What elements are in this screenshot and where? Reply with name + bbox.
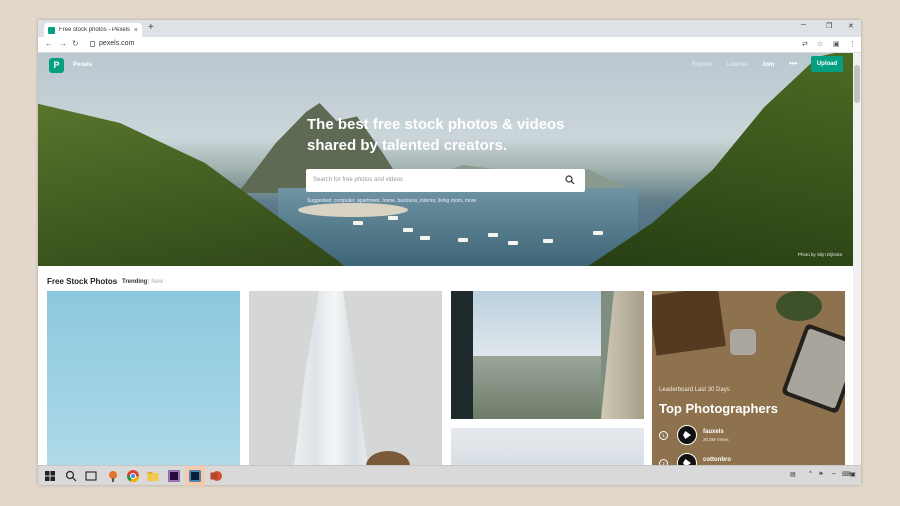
pexels-favicon-icon [48,26,55,34]
search-icon[interactable] [565,175,575,185]
hanging-cloth [291,291,371,485]
minimize-icon[interactable]: ─ [801,22,806,29]
window-frame-right [601,291,644,419]
section-title: Free Stock Photos [47,277,118,286]
photo-sky[interactable] [47,291,240,485]
boat [420,236,430,240]
headline-line-2: shared by talented creators. [307,137,508,154]
tab-bar: Free stock photos - Pexels × + ─ ❐ ✕ [38,20,861,37]
photographer-name[interactable]: fauxels [703,429,724,435]
brand-name[interactable]: Pexels [73,62,92,68]
show-hidden-icons[interactable]: ^ [809,471,812,477]
search-app-icon[interactable] [106,469,120,483]
photo-city-window[interactable] [451,291,644,419]
boat [458,238,468,242]
browser-tab[interactable]: Free stock photos - Pexels × [44,23,142,37]
headline-line-1: The best free stock photos & videos [307,116,565,133]
volume-icon[interactable]: 🕪 [819,471,823,478]
file-explorer-icon[interactable] [146,469,160,483]
leaderboard-label: Leaderboard Last 30 Days [659,387,730,393]
search-input[interactable]: Search for free photos and videos [306,169,585,192]
lock-icon [90,41,95,47]
network-icon[interactable]: ⌔ [831,471,837,479]
address-bar[interactable]: pexels.com [99,40,134,47]
photographer-name[interactable]: cottonbro [703,457,731,463]
translate-icon[interactable]: ⇄ [802,40,808,48]
avatar[interactable] [677,425,697,445]
bookmark-star-icon[interactable]: ☆ [817,40,823,48]
leaderboard-title: Top Photographers [659,401,778,416]
leaderboard-card[interactable]: Leaderboard Last 30 Days Top Photographe… [652,291,845,485]
new-tab-button[interactable]: + [148,22,154,33]
pexels-page: P Pexels Explore License Join ••• Upload… [38,53,853,485]
window-frame-left [451,291,473,419]
boat [508,241,518,245]
reload-icon[interactable]: ↻ [72,39,79,48]
tab-title: Free stock photos - Pexels [59,27,131,33]
browser-window: Free stock photos - Pexels × + ─ ❐ ✕ ← →… [38,20,861,485]
close-window-icon[interactable]: ✕ [848,22,854,30]
notification-tray-icon[interactable]: ▤ [790,471,796,478]
rank-badge: 1 [659,431,668,440]
photo-hammock[interactable] [249,291,442,485]
tab-trending[interactable]: Trending [122,279,147,285]
boat [403,228,413,232]
nav-explore[interactable]: Explore [692,62,712,68]
more-options-icon[interactable]: ••• [789,59,797,68]
boat [388,216,398,220]
back-icon[interactable]: ← [45,39,53,48]
address-toolbar: ← → ↻ pexels.com ⇄ ☆ ▣ ⋮ [38,37,861,53]
boat [353,221,363,225]
windows-start-icon[interactable] [43,469,57,483]
close-tab-icon[interactable]: × [134,27,138,34]
nav-join[interactable]: Join [762,62,774,68]
extension-icon[interactable]: ▣ [833,40,840,48]
city-sky [473,291,601,356]
photo-credit[interactable]: Photo by Stijn Dijkstra [798,252,842,257]
search-placeholder: Search for free photos and videos [313,177,404,183]
photoshop-icon[interactable] [188,469,202,483]
windows-taskbar: ▤ ^ 🕪 ⌔ ⌨ ▣ [38,465,861,486]
taskbar-search-icon[interactable] [64,469,78,483]
page-scrollbar[interactable] [853,53,861,485]
task-view-icon[interactable] [84,469,98,483]
city-buildings [473,356,601,419]
boat [593,231,603,235]
forward-icon[interactable]: → [59,39,67,48]
upload-button[interactable]: Upload [811,56,843,72]
chrome-icon[interactable] [126,469,140,483]
tab-new[interactable]: | New [148,279,163,285]
powerpoint-icon[interactable] [209,469,223,483]
browser-menu-icon[interactable]: ⋮ [849,40,856,48]
nav-license[interactable]: License [727,62,748,68]
action-center-icon[interactable]: ▣ [850,471,856,478]
hero-headline: The best free stock photos & videos shar… [307,114,607,156]
scrollbar-thumb[interactable] [854,65,860,103]
pexels-logo-icon[interactable]: P [49,58,64,73]
boat [488,233,498,237]
premiere-icon[interactable] [167,469,181,483]
beach [298,203,408,217]
suggested-searches[interactable]: Suggested: computer, apartment, home, bu… [307,198,476,204]
boat [543,239,553,243]
hero-banner: P Pexels Explore License Join ••• Upload… [38,53,853,266]
restore-icon[interactable]: ❐ [826,22,832,30]
photographer-views: 30.8M Views [703,437,729,442]
